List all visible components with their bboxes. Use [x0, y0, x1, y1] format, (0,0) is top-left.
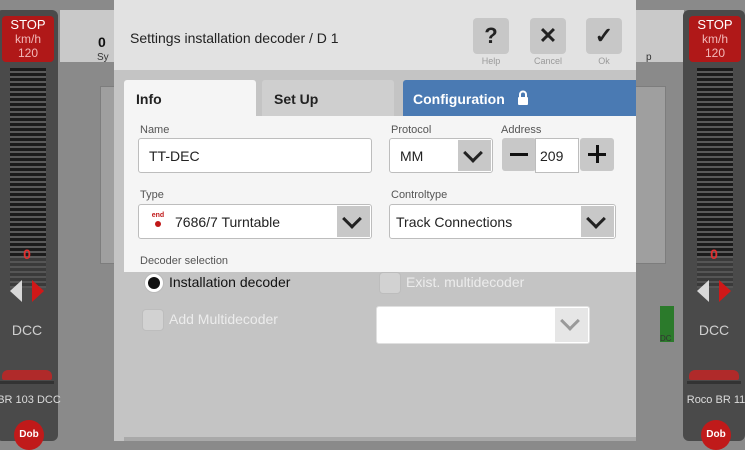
direction-left-icon: [697, 280, 709, 302]
end-marker-dot: [155, 221, 161, 227]
decoder-selection-label: Decoder selection: [140, 255, 229, 267]
tab-info-label: Info: [136, 91, 162, 107]
locomotive-image-right[interactable]: [687, 364, 741, 386]
locomotive-image-left[interactable]: [0, 364, 54, 386]
background-strip-left: [60, 10, 118, 62]
speed-slider-left[interactable]: [10, 68, 46, 258]
locomotive-icon: [2, 370, 52, 380]
name-label: Name: [140, 124, 170, 136]
speed-slider-right[interactable]: [697, 68, 733, 258]
function-button-left[interactable]: Dob: [14, 420, 44, 450]
current-speed-right: 0: [710, 246, 718, 262]
chevron-down-icon: [463, 143, 483, 163]
tab-configuration[interactable]: Configuration: [403, 80, 636, 116]
name-value: TT-DEC: [149, 148, 200, 164]
max-speed: 120: [17, 46, 39, 60]
current-speed-left: 0: [23, 246, 31, 262]
stop-label: STOP: [697, 17, 733, 32]
ok-label: Ok: [598, 56, 610, 66]
chevron-down-icon: [560, 311, 580, 331]
installation-decoder-radio[interactable]: [144, 273, 164, 293]
protocol-label-right: DCC: [698, 322, 730, 338]
protocol-dropdown-button[interactable]: [458, 140, 491, 171]
add-multidecoder-checkbox[interactable]: [142, 309, 164, 331]
direction-toggle-right[interactable]: [697, 278, 733, 304]
tab-setup-label: Set Up: [274, 91, 319, 107]
chevron-down-icon: [342, 209, 362, 229]
background-count: 0: [98, 34, 106, 50]
protocol-value: MM: [400, 148, 424, 164]
controltype-dropdown-button[interactable]: [581, 206, 614, 237]
background-label-left: Sy: [97, 52, 109, 63]
add-multidecoder-label: Add Multidecoder: [169, 311, 278, 327]
stop-button-left[interactable]: STOP km/h 120: [2, 16, 54, 62]
background-dcc-label: DC: [660, 334, 672, 343]
locomotive-name-right: Roco BR 11: [686, 394, 745, 406]
cancel-button[interactable]: ✕: [530, 18, 566, 54]
plus-icon-vertical: [596, 145, 599, 163]
help-label: Help: [481, 56, 501, 66]
multidecoder-select[interactable]: [376, 306, 590, 344]
dialog-titlebar: Settings installation decoder / D 1 ? He…: [114, 0, 636, 70]
locomotive-name-left: BR 103 DCC: [0, 394, 61, 406]
installation-decoder-label: Installation decoder: [169, 274, 291, 290]
lock-icon: [518, 90, 528, 105]
help-button[interactable]: ?: [473, 18, 509, 54]
speed-unit: km/h: [14, 32, 41, 46]
tab-setup[interactable]: Set Up: [262, 80, 394, 116]
rail-icon: [0, 381, 54, 384]
stop-label: STOP: [10, 17, 46, 32]
address-label: Address: [501, 124, 542, 136]
ok-button[interactable]: ✓: [586, 18, 622, 54]
type-label: Type: [140, 189, 164, 201]
controltype-value: Track Connections: [396, 214, 513, 230]
radio-selected-dot: [148, 277, 160, 289]
info-form-panel: Name TT-DEC Protocol MM Address 209 Type…: [124, 116, 636, 272]
right-control-panel: STOP km/h 120 0 DCC Roco BR 11 Dob: [683, 10, 745, 450]
max-speed: 120: [704, 46, 726, 60]
name-field[interactable]: TT-DEC: [138, 138, 372, 173]
function-button-right[interactable]: Dob: [701, 420, 731, 450]
end-marker-icon: end: [149, 212, 167, 230]
direction-left-icon: [10, 280, 22, 302]
direction-toggle-left[interactable]: [10, 278, 46, 304]
help-icon: ?: [484, 23, 498, 48]
chevron-down-icon: [586, 209, 606, 229]
type-select[interactable]: end 7686/7 Turntable: [138, 204, 372, 239]
exist-multidecoder-label: Exist. multidecoder: [406, 274, 525, 290]
type-value: 7686/7 Turntable: [175, 214, 281, 230]
dialog-bottom-edge: [124, 437, 636, 441]
controltype-select[interactable]: Track Connections: [389, 204, 616, 239]
settings-dialog: Settings installation decoder / D 1 ? He…: [114, 0, 636, 441]
end-marker-text: end: [151, 212, 165, 219]
minus-icon: [510, 153, 528, 156]
tab-info[interactable]: Info: [124, 80, 256, 116]
controltype-label: Controltype: [391, 189, 448, 201]
left-control-panel: STOP km/h 120 0 DCC BR 103 DCC Dob: [0, 10, 61, 450]
multidecoder-dropdown-button[interactable]: [555, 308, 588, 342]
check-icon: ✓: [594, 23, 614, 48]
exist-multidecoder-checkbox[interactable]: [379, 272, 401, 294]
direction-right-icon: [32, 280, 44, 302]
protocol-select[interactable]: MM: [389, 138, 493, 173]
dialog-title: Settings installation decoder / D 1: [130, 30, 339, 46]
background-panel-right: [634, 86, 666, 264]
address-decrement-button[interactable]: [502, 138, 536, 171]
tab-configuration-label: Configuration: [413, 91, 505, 107]
cancel-label: Cancel: [533, 56, 562, 66]
background-label-right: p: [646, 52, 652, 63]
rail-icon: [687, 381, 741, 384]
locomotive-icon: [689, 370, 739, 380]
address-field[interactable]: 209: [535, 138, 579, 173]
direction-right-icon: [719, 280, 731, 302]
background-strip-right: [632, 10, 684, 62]
address-value: 209: [540, 148, 564, 164]
address-increment-button[interactable]: [580, 138, 614, 171]
protocol-label: Protocol: [391, 124, 432, 136]
speed-unit: km/h: [701, 32, 728, 46]
stop-button-right[interactable]: STOP km/h 120: [689, 16, 741, 62]
protocol-label-left: DCC: [11, 322, 43, 338]
close-icon: ✕: [538, 23, 558, 48]
type-dropdown-button[interactable]: [337, 206, 370, 237]
